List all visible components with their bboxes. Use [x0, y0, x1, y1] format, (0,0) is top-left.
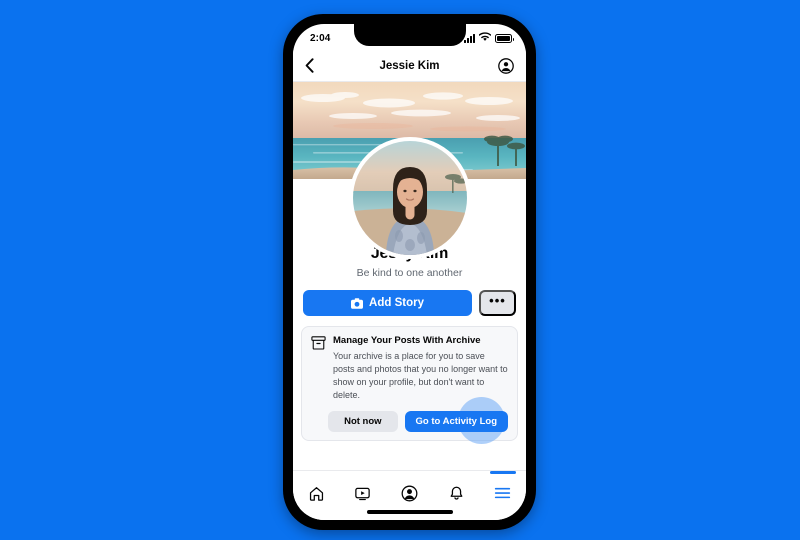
- account-button[interactable]: [494, 57, 514, 74]
- profile-content: Jessy Kim Be kind to one another Add Sto…: [293, 82, 526, 486]
- hamburger-menu-icon: [495, 487, 511, 499]
- profile-filled-icon: [401, 485, 418, 501]
- ellipsis-icon: •••: [489, 293, 506, 308]
- wifi-icon: [478, 29, 492, 47]
- phone-frame: 2:04 Jessie Kim Be kind to one another A…: [283, 14, 536, 530]
- go-to-activity-log-button[interactable]: Go to Activity Log: [404, 411, 508, 432]
- profile-action-row: Add Story •••: [293, 279, 526, 316]
- nav-item-profile[interactable]: [392, 480, 426, 506]
- archive-card: Manage Your Posts With Archive Your arch…: [301, 326, 518, 444]
- phone-screen: 2:04 Jessie Kim Be kind to one another A…: [293, 24, 526, 520]
- home-indicator: [366, 510, 453, 514]
- avatar[interactable]: [348, 137, 471, 259]
- app-header: Jessie Kim: [293, 50, 526, 82]
- status-bar-time: 2:04: [310, 32, 331, 44]
- nav-item-home[interactable]: [299, 480, 333, 506]
- archive-card-body: Your archive is a place for you to save …: [333, 350, 508, 400]
- archive-card-title: Manage Your Posts With Archive: [333, 335, 481, 346]
- camera-icon: [351, 297, 364, 309]
- add-story-label: Add Story: [369, 297, 424, 309]
- account-circle-icon: [498, 57, 514, 74]
- battery-full-icon: [495, 33, 514, 43]
- page-title: Jessie Kim: [379, 59, 440, 72]
- more-options-button[interactable]: •••: [479, 290, 516, 316]
- archive-card-text: Manage Your Posts With Archive Your arch…: [333, 335, 508, 402]
- video-play-icon: [355, 487, 371, 500]
- not-now-button[interactable]: Not now: [328, 411, 398, 432]
- archive-card-top: Manage Your Posts With Archive Your arch…: [311, 335, 508, 402]
- add-story-button[interactable]: Add Story: [303, 290, 472, 316]
- profile-bio: Be kind to one another: [356, 267, 463, 279]
- nav-item-notifications[interactable]: [439, 480, 473, 506]
- back-button[interactable]: [305, 58, 325, 73]
- archive-box-icon: [311, 335, 326, 402]
- status-bar-icons: [464, 29, 514, 47]
- bell-icon: [450, 486, 462, 500]
- chevron-left-icon: [305, 58, 314, 73]
- signal-bars-icon: [464, 33, 475, 43]
- home-icon: [309, 486, 323, 501]
- archive-card-actions: Not now Go to Activity Log: [311, 411, 508, 432]
- phone-notch: [353, 24, 466, 46]
- nav-item-menu[interactable]: [486, 471, 520, 506]
- nav-item-watch[interactable]: [346, 480, 380, 506]
- avatar-image: [352, 141, 467, 255]
